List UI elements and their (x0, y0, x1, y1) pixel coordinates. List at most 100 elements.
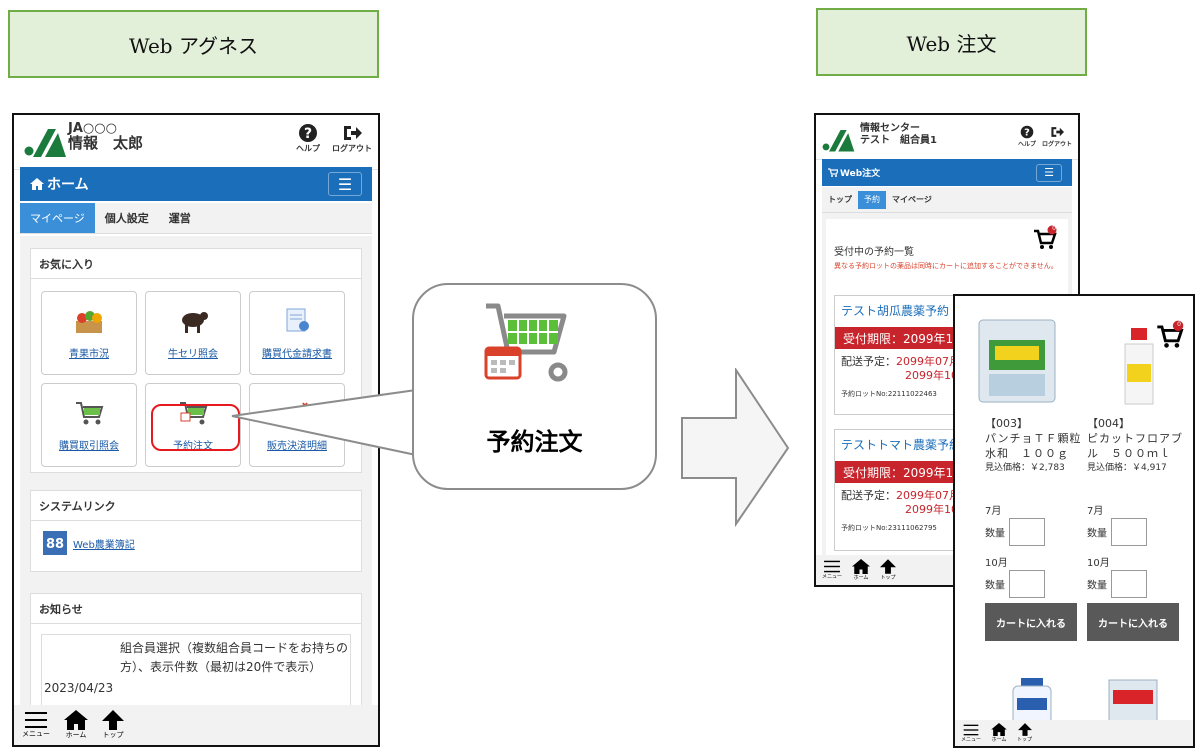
home-nav-icon (991, 723, 1007, 736)
fav-label-cattle-auction[interactable]: 牛セリ照会 (168, 345, 218, 360)
tab-mypage[interactable]: マイページ (20, 203, 95, 233)
order-menu-toggle-button[interactable]: ☰ (1036, 163, 1062, 182)
order-nav-menu-label: メニュー (822, 574, 843, 580)
farm-bookkeeping-link[interactable]: Web農業簿記 (73, 536, 135, 551)
order-cart-button[interactable]: 0 (1032, 225, 1058, 251)
system-link-row: 88 Web農業簿記 (31, 521, 361, 565)
order-nav-top[interactable]: トップ (880, 559, 897, 581)
product-price: 見込価格：￥4,917 (1087, 463, 1167, 473)
arrow-up-icon (1017, 723, 1032, 736)
qty-row-july-003: 数量 (985, 518, 1045, 546)
qty-input-october-003[interactable] (1009, 570, 1045, 598)
qty-input-july-003[interactable] (1009, 518, 1045, 546)
fav-purchase-transactions[interactable]: 購買取引照会 (41, 383, 137, 467)
product-cart-button[interactable]: 0 (1155, 320, 1185, 350)
logout-icon (1051, 127, 1064, 137)
product-nav-home-label: ホーム (991, 737, 1007, 743)
card-shipping-date-1: 2099年07月 (896, 355, 960, 368)
product-nav-top[interactable]: トップ (1017, 723, 1032, 743)
order-cart-count: 0 (1052, 225, 1056, 232)
nav-home-button[interactable]: ホーム (64, 710, 88, 740)
order-tab-top[interactable]: トップ (822, 187, 858, 212)
ja-logo-small-icon (822, 130, 855, 152)
qty-input-july-004[interactable] (1111, 518, 1147, 546)
fav-label-sales-settlement[interactable]: 販売決済明細 (267, 437, 327, 452)
nav-menu-button[interactable]: メニュー (22, 711, 50, 739)
order-nav-menu[interactable]: メニュー (822, 560, 842, 580)
qty-input-october-004[interactable] (1111, 570, 1147, 598)
tab-personal-settings[interactable]: 個人設定 (95, 203, 159, 233)
web-order-label-text: Web 注文 (906, 31, 997, 56)
product-image-pikat (1124, 328, 1154, 405)
notice-item[interactable]: 組合員選択（複数組合員コードをお持ちの方）、表示件数（最初は20件で表示） 20… (41, 634, 351, 705)
order-tab-mypage[interactable]: マイページ (886, 187, 938, 212)
reservation-cart-large-icon (484, 303, 568, 382)
add-to-cart-button-003[interactable]: カートに入れる (985, 603, 1077, 641)
favorites-title: お気に入り (31, 249, 361, 279)
arrow-up-icon (880, 559, 897, 574)
product-nav-menu[interactable]: メニュー (961, 724, 981, 743)
fav-vegetable-market[interactable]: 青果市況 (41, 291, 137, 375)
invoice-icon (286, 308, 309, 331)
help-label: ヘルプ (296, 144, 320, 153)
order-app-header: 情報センター テスト 組合員1 ? ヘルプ ログアウト (816, 115, 1078, 160)
reservation-highlight-frame (151, 404, 240, 451)
reservation-callout-label: 予約注文 (486, 428, 583, 456)
svg-text:?: ? (304, 126, 312, 142)
fav-label-purchase-invoice[interactable]: 購買代金請求書 (262, 345, 332, 360)
product-name: パンチョＴＦ顆粒水和 １００ｇ (985, 432, 1082, 460)
web-order-label: Web 注文 (816, 8, 1087, 76)
tab-bar: マイページ 個人設定 運営 (20, 203, 372, 234)
product-nav-top-label: トップ (1017, 737, 1033, 743)
order-logout-label: ログアウト (1041, 141, 1072, 148)
bottom-nav-bar: メニュー ホーム トップ (14, 705, 378, 745)
tab-operations[interactable]: 運営 (159, 203, 201, 233)
svg-text:88: 88 (46, 537, 64, 552)
nav-top-button[interactable]: トップ (102, 710, 124, 740)
cart-small-icon (828, 168, 838, 177)
app-header: JA○○○ 情報 太郎 ? ヘルプ ログアウト (14, 115, 378, 170)
product-list-screen: 0 【003】 パンチョＴＦ顆粒水和 １００ｇ 見込価格：￥2,783 【004… (953, 294, 1195, 748)
fav-purchase-invoice[interactable]: 購買代金請求書 (249, 291, 345, 375)
shopping-cart-icon (76, 401, 104, 424)
product-card-003: 【003】 パンチョＴＦ顆粒水和 １００ｇ 見込価格：￥2,783 (985, 416, 1085, 476)
qty-label: 数量 (1087, 528, 1107, 540)
main-content: お気に入り 青果市況 牛セリ照会 購買代金請求書 購買取引照会 予約注文 販売決… (20, 236, 372, 705)
logout-label: ログアウト (332, 144, 372, 153)
order-tab-reservation[interactable]: 予約 (858, 190, 886, 209)
product-nav-home[interactable]: ホーム (991, 723, 1007, 743)
product-image-bottle (1012, 678, 1052, 724)
order-nav-home-label: ホーム (853, 575, 869, 581)
help-icon: ? (299, 124, 317, 142)
menu-toggle-button[interactable]: ☰ (328, 172, 362, 196)
product-card-004: 【004】 ピカットフロアブル ５００ｍｌ 見込価格：￥4,917 (1087, 416, 1191, 476)
fav-label-purchase-transactions[interactable]: 購買取引照会 (59, 437, 119, 452)
order-user-name: テスト 組合員1 (860, 135, 937, 146)
logout-button[interactable]: ログアウト (332, 123, 372, 154)
fav-label-vegetable-market[interactable]: 青果市況 (69, 345, 109, 360)
web-agness-label: Web アグネス (8, 10, 379, 78)
fav-sales-settlement[interactable]: 販売決済明細 (249, 383, 345, 467)
fav-cattle-auction[interactable]: 牛セリ照会 (145, 291, 241, 375)
home-title-bar: ホーム ☰ (20, 167, 372, 201)
order-nav-home[interactable]: ホーム (852, 559, 871, 581)
product-image-pancho (978, 319, 1056, 403)
order-org-name: 情報センター (860, 123, 920, 134)
reservation-list-title: 受付中の予約一覧 (834, 247, 914, 258)
ja-logo-icon (24, 129, 66, 157)
qty-row-october-004: 数量 (1087, 570, 1147, 598)
home-icon (30, 178, 44, 190)
help-button[interactable]: ? ヘルプ (296, 123, 320, 154)
order-logout-button[interactable]: ログアウト (1042, 125, 1072, 148)
add-to-cart-button-004[interactable]: カートに入れる (1087, 603, 1179, 641)
cow-icon (182, 311, 208, 333)
month1-label-004: 7月 (1087, 506, 1104, 517)
product-nav-menu-label: メニュー (961, 736, 982, 743)
order-help-button[interactable]: ? ヘルプ (1018, 125, 1036, 148)
qty-row-july-004: 数量 (1087, 518, 1147, 546)
order-tab-bar: トップ 予約 マイページ (822, 187, 1072, 213)
transition-arrow (681, 368, 790, 528)
user-name: 情報 太郎 (68, 134, 144, 152)
product-image-bag (1108, 679, 1158, 724)
home-nav-icon (852, 559, 871, 574)
